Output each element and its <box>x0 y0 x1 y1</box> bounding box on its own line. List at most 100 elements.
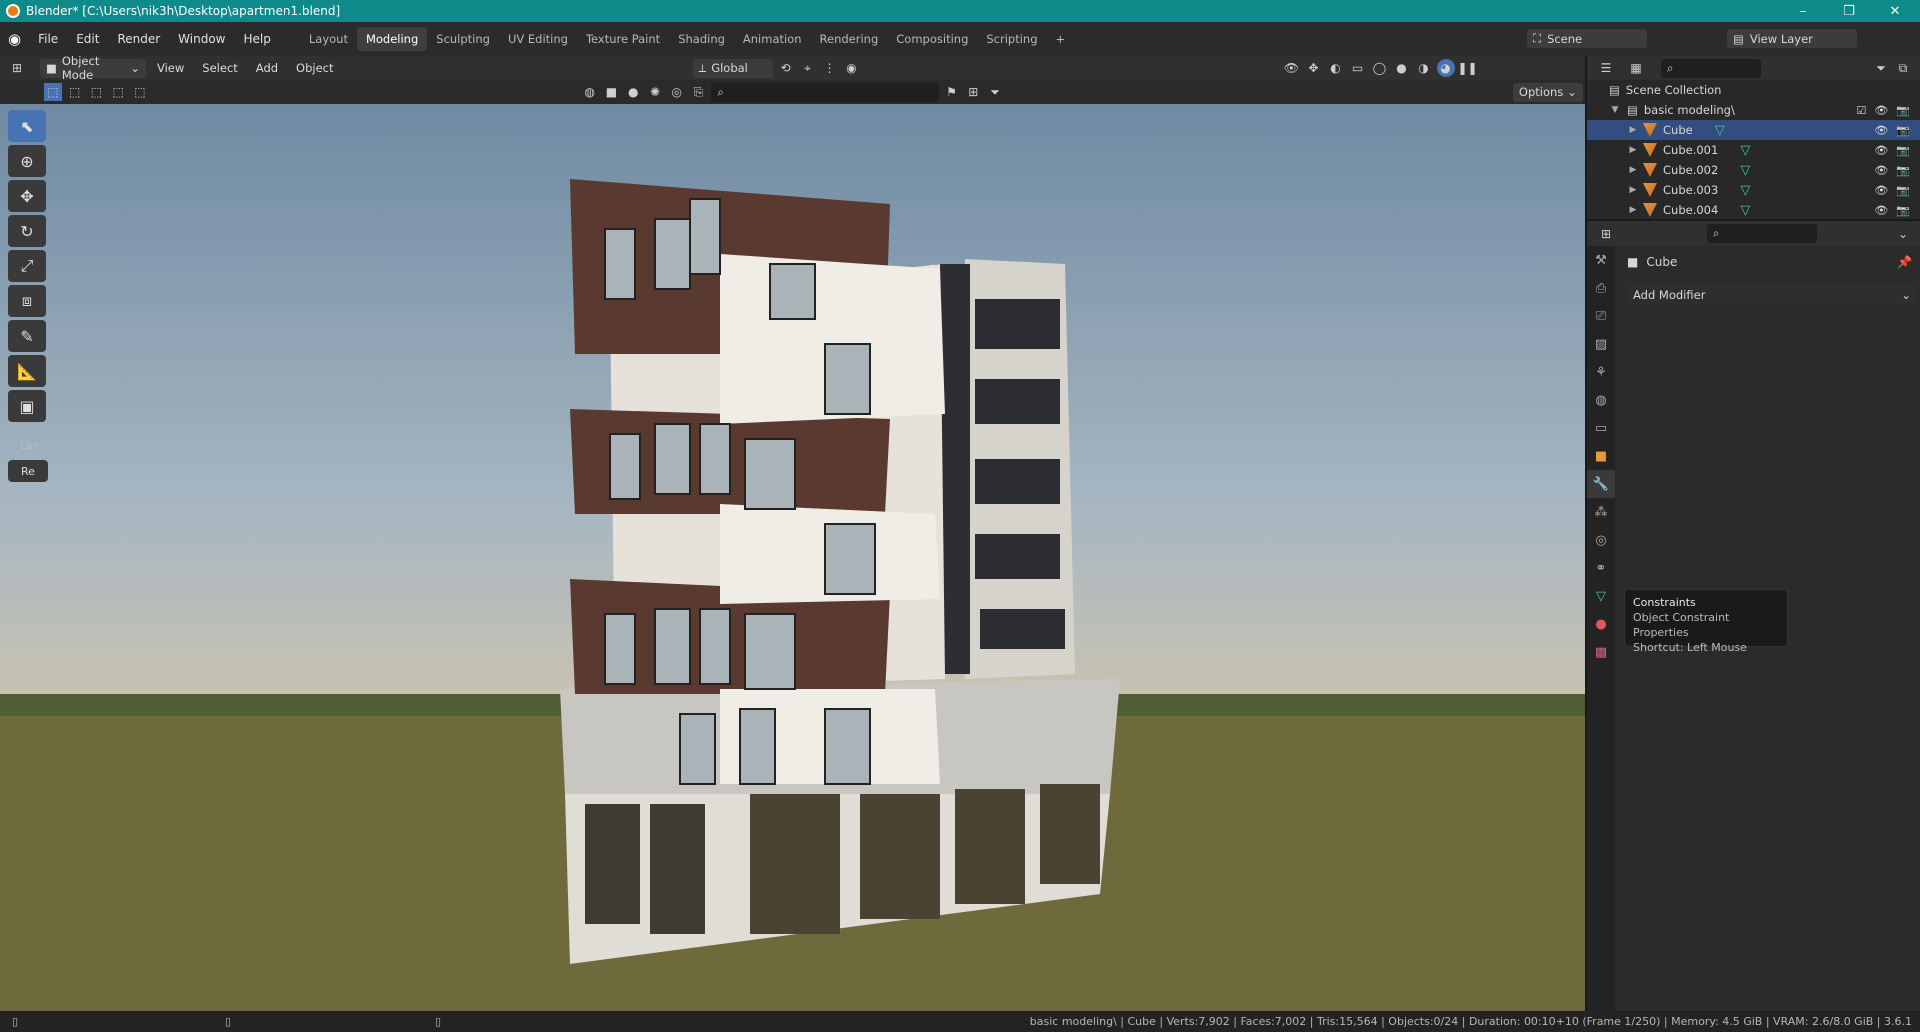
texture-tab[interactable]: ▩ <box>1587 638 1615 666</box>
rotate-tool[interactable]: ↻ <box>8 215 46 247</box>
measure-tool[interactable]: 📐 <box>8 355 46 387</box>
filter-icon[interactable]: ⏷ <box>1872 59 1890 77</box>
transform-orientation-selector[interactable]: ⟂ Global <box>692 58 773 78</box>
camera-icon[interactable]: 📷 <box>1896 124 1910 137</box>
expand-icon[interactable]: ▶ <box>1627 165 1639 175</box>
maximize-button[interactable]: ❐ <box>1826 0 1872 22</box>
scene-selector[interactable]: ⛶ Scene <box>1527 29 1647 48</box>
wireframe-shading-icon[interactable]: ◯ <box>1371 59 1389 77</box>
checkbox-icon[interactable]: ☑ <box>1856 104 1866 117</box>
xray-icon[interactable]: ▭ <box>1349 59 1367 77</box>
transform-tool[interactable]: ⧈ <box>8 285 46 317</box>
editor-type-icon[interactable]: ⊞ <box>8 59 26 77</box>
select-invert-icon[interactable]: ⬚ <box>109 83 127 101</box>
collection-row[interactable]: ▼ ▤ basic modeling\ ☑ 👁 📷 <box>1587 100 1920 120</box>
particles-tab[interactable]: ⁂ <box>1587 498 1615 526</box>
minimize-button[interactable]: – <box>1780 0 1826 22</box>
tab-modeling[interactable]: Modeling <box>356 27 428 51</box>
outliner-item-cube-004[interactable]: ▶ Cube.004 ▽ 👁 📷 <box>1587 200 1920 220</box>
outliner-search-input[interactable]: ⌕ <box>1661 58 1761 78</box>
asset-search-input[interactable]: ⌕ <box>711 82 939 102</box>
select-intersect-icon[interactable]: ⬚ <box>131 83 149 101</box>
expand-icon[interactable]: ▶ <box>1627 125 1639 135</box>
solid-shading-icon[interactable]: ● <box>1393 59 1411 77</box>
chevron-down-icon[interactable]: ⌄ <box>1894 225 1912 243</box>
tab-compositing[interactable]: Compositing <box>887 27 977 51</box>
material-tab[interactable]: ● <box>1587 610 1615 638</box>
eye-icon[interactable]: 👁 <box>1874 164 1888 177</box>
world-filter-icon[interactable]: ◎ <box>668 83 686 101</box>
mesh-data-icon[interactable]: ▽ <box>1740 183 1750 198</box>
gizmo-icon[interactable]: ✥ <box>1305 59 1323 77</box>
proportional-edit-icon[interactable]: ◉ <box>843 59 861 77</box>
last-operator-panel-label[interactable]: Laz <box>8 440 48 452</box>
pivot-icon[interactable]: ⟲ <box>777 59 795 77</box>
display-mode-icon[interactable]: ▦ <box>1627 59 1645 77</box>
filter-icon[interactable]: ⏷ <box>986 83 1004 101</box>
output-tab[interactable]: ⎚ <box>1587 302 1615 330</box>
snap-icon[interactable]: ⌖ <box>799 59 817 77</box>
eye-icon[interactable]: 👁 <box>1874 124 1888 137</box>
menu-render[interactable]: Render <box>108 32 169 46</box>
select-box-tool[interactable]: ⬉ <box>8 110 46 142</box>
camera-filter-icon[interactable]: ⎘ <box>690 83 708 101</box>
camera-icon[interactable]: 📷 <box>1896 104 1910 117</box>
camera-icon[interactable]: 📷 <box>1896 144 1910 157</box>
expand-icon[interactable]: ▶ <box>1627 145 1639 155</box>
scene-collection-row[interactable]: ▤ Scene Collection <box>1587 80 1920 100</box>
outliner-editor-icon[interactable]: ☰ <box>1597 59 1615 77</box>
tab-shading[interactable]: Shading <box>669 27 734 51</box>
3d-viewport[interactable] <box>0 104 1585 1011</box>
properties-editor-icon[interactable]: ⊞ <box>1597 225 1615 243</box>
tab-texture-paint[interactable]: Texture Paint <box>577 27 669 51</box>
mode-selector[interactable]: ■ Object Mode ⌄ <box>40 54 146 82</box>
tab-uv-editing[interactable]: UV Editing <box>499 27 577 51</box>
menu-file[interactable]: File <box>29 32 67 46</box>
color-wheel-icon[interactable]: ◍ <box>581 83 599 101</box>
view-layer-tab[interactable]: ▨ <box>1587 330 1615 358</box>
material-shading-icon[interactable]: ◑ <box>1415 59 1433 77</box>
mesh-data-icon[interactable]: ▽ <box>1715 123 1725 138</box>
modifier-tab[interactable]: 🔧 <box>1587 470 1615 498</box>
overlay-icon[interactable]: ◐ <box>1327 59 1345 77</box>
add-modifier-dropdown[interactable]: Add Modifier ⌄ <box>1627 285 1917 304</box>
menu-edit[interactable]: Edit <box>67 32 108 46</box>
options-dropdown[interactable]: Options ⌄ <box>1512 82 1583 102</box>
properties-search-input[interactable]: ⌕ <box>1707 224 1817 243</box>
collection-tab[interactable]: ▭ <box>1587 414 1615 442</box>
blender-menu-icon[interactable]: ◉ <box>0 30 29 48</box>
sphere-filter-icon[interactable]: ● <box>624 83 642 101</box>
bookmark-icon[interactable]: ⚑ <box>943 83 961 101</box>
tab-rendering[interactable]: Rendering <box>811 27 888 51</box>
menu-window[interactable]: Window <box>169 32 234 46</box>
tool-tab[interactable]: ⚒ <box>1587 246 1615 274</box>
expand-icon[interactable]: ▶ <box>1627 185 1639 195</box>
close-window-button[interactable]: ✕ <box>1872 0 1918 22</box>
tab-scripting[interactable]: Scripting <box>977 27 1046 51</box>
object-filter-icon[interactable]: ■ <box>603 83 621 101</box>
view-layer-selector[interactable]: ▤ View Layer <box>1727 29 1857 48</box>
cursor-tool[interactable]: ⊕ <box>8 145 46 177</box>
select-extend-icon[interactable]: ⬚ <box>66 83 84 101</box>
camera-icon[interactable]: 📷 <box>1896 184 1910 197</box>
select-box-icon[interactable]: ⬚ <box>44 83 62 101</box>
menu-add[interactable]: Add <box>247 61 287 75</box>
expand-icon[interactable]: ▼ <box>1609 105 1621 115</box>
new-collection-icon[interactable]: ⧉ <box>1894 59 1912 77</box>
menu-view[interactable]: View <box>148 61 193 75</box>
pause-icon[interactable]: ❚❚ <box>1457 59 1477 77</box>
eye-icon[interactable]: 👁 <box>1874 104 1888 117</box>
outliner-item-cube-003[interactable]: ▶ Cube.003 ▽ 👁 📷 <box>1587 180 1920 200</box>
menu-select[interactable]: Select <box>193 61 246 75</box>
eye-icon[interactable]: 👁 <box>1874 144 1888 157</box>
constraints-tab[interactable]: ⚭ <box>1587 554 1615 582</box>
menu-object[interactable]: Object <box>287 61 342 75</box>
move-tool[interactable]: ✥ <box>8 180 46 212</box>
eye-icon[interactable]: 👁 <box>1874 184 1888 197</box>
add-workspace-button[interactable]: + <box>1047 27 1075 51</box>
outliner-item-cube-001[interactable]: ▶ Cube.001 ▽ 👁 📷 <box>1587 140 1920 160</box>
display-mode-icon[interactable]: ⊞ <box>964 83 982 101</box>
camera-icon[interactable]: 📷 <box>1896 204 1910 217</box>
mesh-data-icon[interactable]: ▽ <box>1740 143 1750 158</box>
mesh-data-icon[interactable]: ▽ <box>1740 203 1750 218</box>
